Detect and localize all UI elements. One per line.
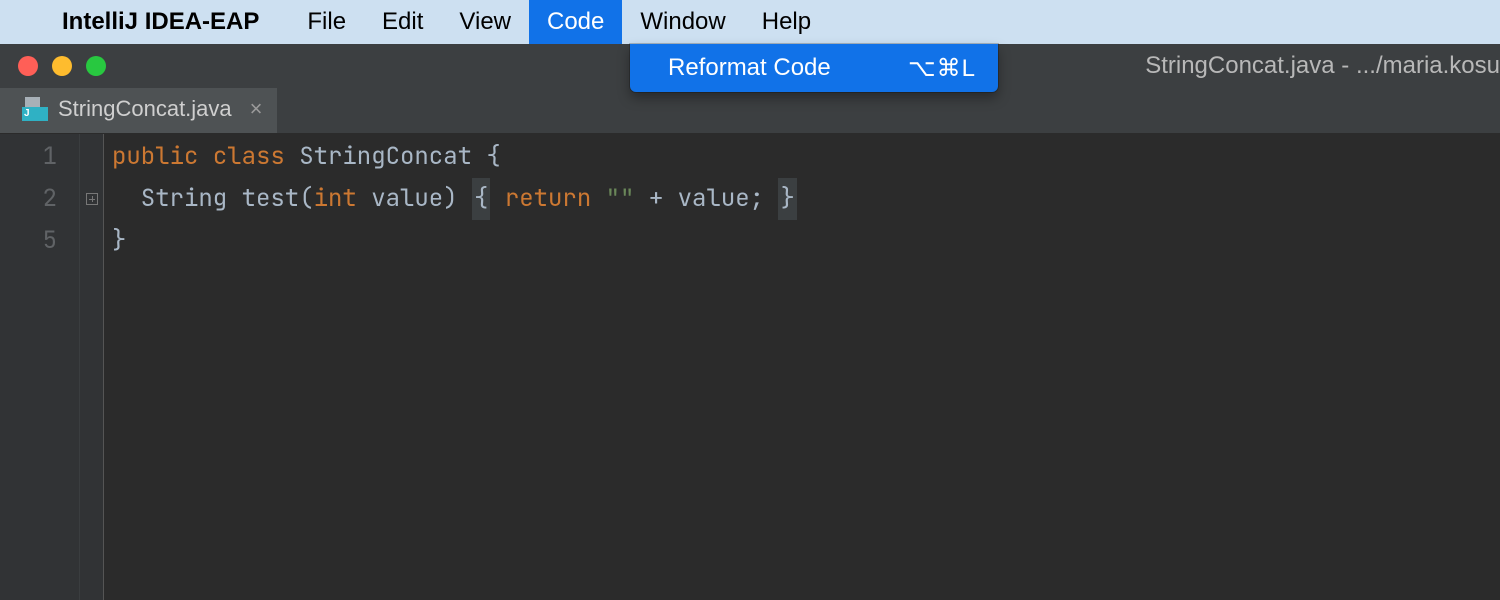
dropdown-item-label: Reformat Code [668,54,831,82]
line-number-gutter: 125 [0,134,80,600]
code-menu-dropdown: Reformat Code ⌥⌘L [630,44,998,92]
code-token [591,178,605,220]
code-token: StringConcat { [285,136,501,178]
menu-item-help[interactable]: Help [744,0,829,44]
line-number: 5 [0,220,57,262]
editor-tab-row: StringConcat.java × [0,88,1500,134]
line-number: 1 [0,136,57,178]
menu-item-file[interactable]: File [289,0,364,44]
menu-item-view[interactable]: View [441,0,529,44]
dropdown-item-shortcut: ⌥⌘L [908,54,976,83]
fold-marker [80,220,103,262]
code-token: + value; [634,178,778,220]
menu-item-window[interactable]: Window [622,0,743,44]
code-token: } [112,220,126,262]
fold-marker[interactable] [80,178,103,220]
code-line[interactable]: } [112,220,797,262]
editor-tab[interactable]: StringConcat.java × [0,88,277,133]
menu-item-code[interactable]: Code [529,0,622,44]
code-editor[interactable]: 125 public class StringConcat { String t… [0,134,1500,600]
code-token: "" [606,178,635,220]
code-token: value) [357,178,472,220]
menu-item-edit[interactable]: Edit [364,0,441,44]
code-line[interactable]: String test(int value) { return "" + val… [112,178,797,220]
code-token: class [213,136,285,178]
code-token: public [112,136,198,178]
code-token: int [314,178,357,220]
fold-column [80,134,104,600]
code-area[interactable]: public class StringConcat { String test(… [104,134,797,600]
code-token [490,178,504,220]
code-token: String test( [112,178,314,220]
macos-menubar: IntelliJ IDEA-EAP FileEditViewCodeWindow… [0,0,1500,44]
menu-items: FileEditViewCodeWindowHelp [289,0,829,44]
line-number: 2 [0,178,57,220]
fold-expand-icon[interactable] [86,193,98,205]
java-file-icon [22,97,46,121]
close-tab-icon[interactable]: × [250,96,263,122]
code-token: } [778,178,796,220]
code-token: { [472,178,490,220]
fold-marker [80,136,103,178]
code-token: return [505,178,591,220]
app-name[interactable]: IntelliJ IDEA-EAP [62,8,259,36]
tab-filename: StringConcat.java [58,96,232,122]
code-line[interactable]: public class StringConcat { [112,136,797,178]
close-window-button[interactable] [18,56,38,76]
dropdown-item-reformat-code[interactable]: Reformat Code ⌥⌘L [630,48,998,88]
code-token [198,136,212,178]
